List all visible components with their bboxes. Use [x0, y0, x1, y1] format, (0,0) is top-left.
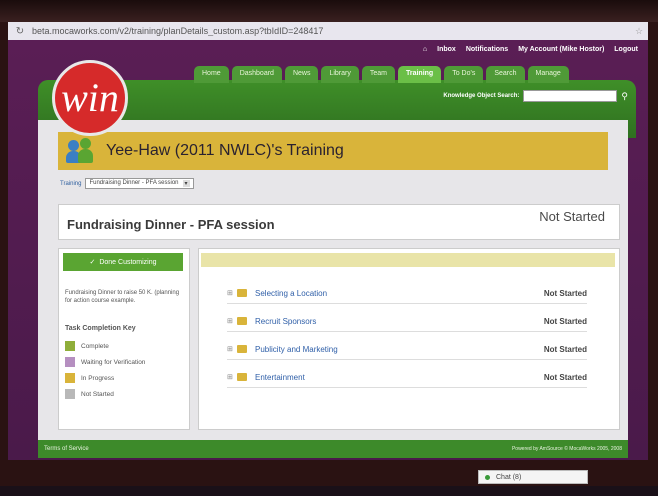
- task-status: Not Started: [543, 288, 587, 298]
- site-footer: Terms of Service Powered by AmSource © M…: [38, 440, 628, 458]
- tab-library[interactable]: Library: [321, 66, 359, 83]
- site-frame: ⌂ Inbox Notifications My Account (Mike H…: [8, 40, 648, 460]
- folder-icon: [237, 345, 247, 353]
- expand-icon[interactable]: ⊞: [227, 345, 237, 353]
- done-customizing-button[interactable]: ✓ Done Customizing: [63, 253, 183, 271]
- task-completion-key-title: Task Completion Key: [65, 325, 136, 332]
- tab-todos[interactable]: To Do's: [444, 66, 484, 83]
- inbox-link[interactable]: Inbox: [437, 46, 456, 53]
- swatch-complete: [65, 341, 75, 351]
- task-toolbar: [201, 253, 615, 267]
- folder-icon: [237, 317, 247, 325]
- page-header: Yee-Haw (2011 NWLC)'s Training: [58, 132, 608, 170]
- chat-label: Chat (8): [496, 473, 522, 481]
- tab-home[interactable]: Home: [194, 66, 229, 83]
- search-icon[interactable]: ⚲: [621, 91, 628, 102]
- search-input[interactable]: [523, 90, 618, 102]
- chevron-down-icon: ▾: [182, 180, 190, 187]
- session-select-value: Fundraising Dinner - PFA session: [89, 180, 179, 186]
- task-status: Not Started: [543, 344, 587, 354]
- key-not-started: Not Started: [65, 389, 114, 399]
- check-circle-icon: ✓: [89, 259, 96, 266]
- tab-news[interactable]: News: [284, 66, 319, 83]
- top-links: ⌂ Inbox Notifications My Account (Mike H…: [423, 46, 638, 53]
- key-complete: Complete: [65, 341, 109, 351]
- logo-text: win: [61, 75, 119, 120]
- tab-manage[interactable]: Manage: [527, 66, 569, 83]
- browser-address-bar[interactable]: ↻ beta.mocaworks.com/v2/training/planDet…: [8, 22, 648, 41]
- tab-training[interactable]: Training: [397, 66, 442, 83]
- expand-icon[interactable]: ⊞: [227, 317, 237, 325]
- breadcrumb: Training Fundraising Dinner - PFA sessio…: [60, 178, 194, 189]
- tab-search[interactable]: Search: [486, 66, 525, 83]
- star-icon[interactable]: ☆: [630, 26, 648, 37]
- main-nav-tabs: Home Dashboard News Library Team Trainin…: [194, 66, 569, 83]
- session-header: Fundraising Dinner - PFA session Not Sta…: [58, 204, 620, 240]
- notifications-link[interactable]: Notifications: [466, 46, 508, 53]
- chat-button[interactable]: Chat (8): [478, 470, 588, 484]
- session-title: Fundraising Dinner - PFA session: [67, 217, 275, 232]
- swatch-in-progress: [65, 373, 75, 383]
- main-content: Yee-Haw (2011 NWLC)'s Training Training …: [38, 120, 628, 440]
- my-account-link[interactable]: My Account (Mike Hostor): [518, 46, 604, 53]
- task-label[interactable]: Recruit Sponsors: [255, 317, 544, 326]
- expand-icon[interactable]: ⊞: [227, 373, 237, 381]
- search-label: Knowledge Object Search:: [443, 93, 520, 99]
- terms-of-service-link[interactable]: Terms of Service: [44, 446, 89, 452]
- url-text[interactable]: beta.mocaworks.com/v2/training/planDetai…: [32, 26, 630, 36]
- tab-team[interactable]: Team: [361, 66, 395, 83]
- session-select[interactable]: Fundraising Dinner - PFA session ▾: [85, 178, 194, 189]
- folder-icon: [237, 289, 247, 297]
- task-row[interactable]: ⊞ Recruit Sponsors Not Started: [227, 311, 587, 332]
- knowledge-search: Knowledge Object Search: ⚲: [443, 90, 628, 102]
- key-waiting: Waiting for Verification: [65, 357, 145, 367]
- logout-link[interactable]: Logout: [614, 46, 638, 53]
- session-status: Not Started: [539, 209, 605, 224]
- task-row[interactable]: ⊞ Entertainment Not Started: [227, 367, 587, 388]
- session-description: Fundraising Dinner to raise 50 K. (plann…: [65, 290, 180, 304]
- task-list-panel: ⊞ Selecting a Location Not Started ⊞ Rec…: [198, 248, 620, 430]
- session-sidebar: ✓ Done Customizing Fundraising Dinner to…: [58, 248, 190, 430]
- refresh-icon[interactable]: ↻: [8, 26, 32, 37]
- folder-icon: [237, 373, 247, 381]
- screen-bezel: [0, 0, 658, 22]
- task-label[interactable]: Publicity and Marketing: [255, 345, 544, 354]
- task-label[interactable]: Entertainment: [255, 373, 544, 382]
- swatch-not-started: [65, 389, 75, 399]
- home-icon[interactable]: ⌂: [423, 46, 427, 53]
- task-status: Not Started: [543, 372, 587, 382]
- task-status: Not Started: [543, 316, 587, 326]
- page-title: Yee-Haw (2011 NWLC)'s Training: [106, 142, 344, 159]
- key-label: Not Started: [81, 390, 114, 398]
- task-row[interactable]: ⊞ Selecting a Location Not Started: [227, 283, 587, 304]
- key-in-progress: In Progress: [65, 373, 114, 383]
- task-row[interactable]: ⊞ Publicity and Marketing Not Started: [227, 339, 587, 360]
- key-label: In Progress: [81, 374, 115, 382]
- breadcrumb-training-link[interactable]: Training: [60, 181, 81, 187]
- expand-icon[interactable]: ⊞: [227, 289, 237, 297]
- key-label: Waiting for Verification: [81, 358, 146, 366]
- done-customizing-label: Done Customizing: [99, 258, 157, 266]
- people-icon: [66, 136, 96, 166]
- tab-dashboard[interactable]: Dashboard: [231, 66, 282, 83]
- os-taskbar: [0, 486, 658, 496]
- key-label: Complete: [81, 342, 109, 350]
- win-logo[interactable]: win: [52, 60, 128, 136]
- powered-by-text: Powered by AmSource © MocaWorks 2005, 20…: [511, 446, 622, 452]
- online-status-icon: [485, 474, 490, 480]
- task-label[interactable]: Selecting a Location: [255, 289, 544, 298]
- swatch-waiting: [65, 357, 75, 367]
